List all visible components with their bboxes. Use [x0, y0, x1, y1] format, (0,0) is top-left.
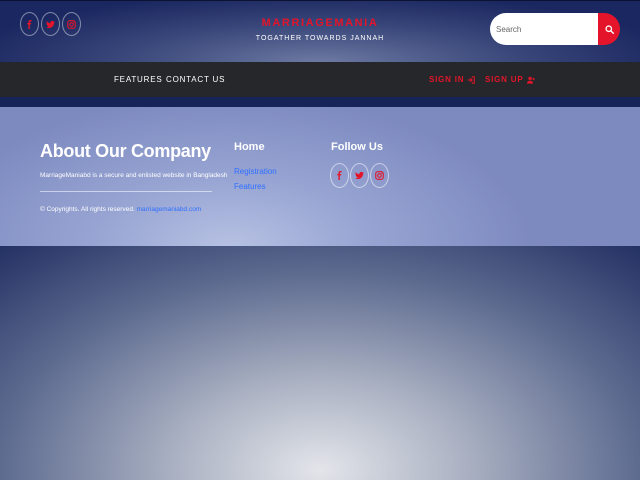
- copyright-link[interactable]: marriagemaniabd.com: [137, 206, 202, 213]
- twitter-icon[interactable]: [350, 163, 369, 188]
- navbar: FEATURES CONTACT US SIGN IN SIGN UP: [0, 62, 640, 97]
- sign-up-link[interactable]: SIGN UP: [485, 75, 535, 85]
- about-text: MarriageManiabd is a secure and enlisted…: [40, 172, 228, 179]
- copyright-text: © Copyrights. All rights reserved.: [40, 206, 135, 213]
- search-button[interactable]: [598, 13, 620, 45]
- footer-link-registration[interactable]: Registration: [234, 167, 277, 177]
- search-form: [490, 13, 620, 45]
- copyright: © Copyrights. All rights reserved. marri…: [40, 205, 201, 214]
- footer: About Our Company MarriageManiabd is a s…: [0, 107, 640, 246]
- nav-features-link[interactable]: FEATURES: [114, 75, 162, 85]
- sign-in-label: SIGN IN: [429, 75, 465, 84]
- about-heading: About Our Company: [40, 141, 211, 161]
- sign-in-icon: [468, 76, 476, 84]
- home-heading[interactable]: Home: [234, 140, 265, 154]
- facebook-icon[interactable]: [330, 163, 349, 188]
- footer-link-features[interactable]: Features: [234, 182, 266, 192]
- sign-up-label: SIGN UP: [485, 75, 524, 84]
- top-header: MARRIAGEMANIA TOGATHER TOWARDS JANNAH: [0, 0, 640, 62]
- footer-social-links: [330, 163, 389, 188]
- user-plus-icon: [526, 76, 535, 84]
- nav-contact-link[interactable]: CONTACT US: [166, 75, 225, 85]
- instagram-icon[interactable]: [370, 163, 389, 188]
- follow-heading: Follow Us: [331, 141, 383, 153]
- search-icon: [604, 24, 614, 34]
- about-divider: [40, 191, 212, 192]
- sign-in-link[interactable]: SIGN IN: [429, 75, 476, 85]
- search-input[interactable]: [490, 13, 598, 45]
